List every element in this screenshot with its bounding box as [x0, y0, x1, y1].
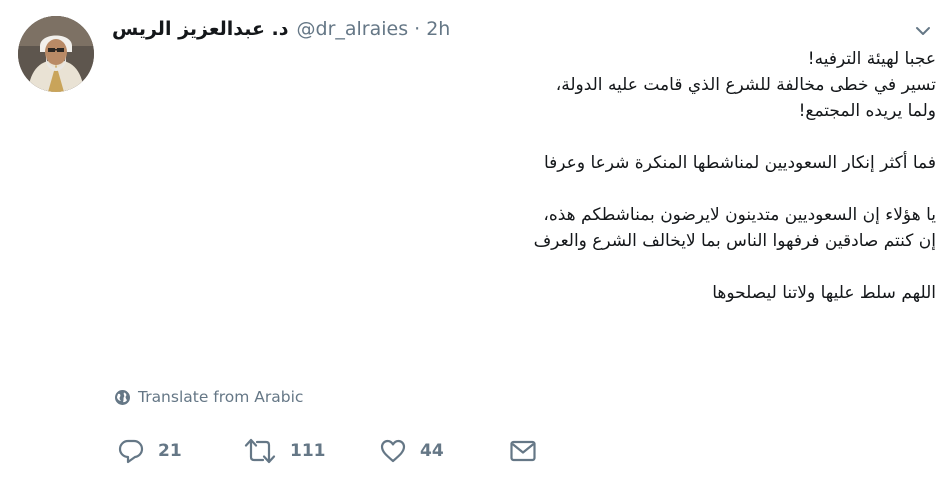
- tweet-line: اللهم سلط عليها ولاتنا ليصلحوها: [712, 283, 936, 303]
- tweet-line: يا هؤلاء إن السعوديين متدينون لايرضون بم…: [543, 205, 936, 225]
- tweet-header: د. عبدالعزيز الريس @dr_alraies · 2h: [112, 17, 450, 41]
- handle[interactable]: @dr_alraies: [297, 17, 409, 41]
- tweet-line: ولما يريده المجتمع!: [798, 101, 936, 121]
- tweet-line: إن كنتم صادقين فرفهوا الناس بما لايخالف …: [533, 231, 936, 251]
- like-count: 44: [420, 441, 444, 461]
- reply-count: 21: [158, 441, 182, 461]
- avatar[interactable]: [18, 16, 94, 92]
- tweet-line: فما أكثر إنكار السعوديين لمناشطها المنكر…: [544, 153, 936, 173]
- retweet-icon: [244, 438, 276, 464]
- tweet-line: عجبا لهيئة الترفيه!: [807, 49, 936, 69]
- heart-icon: [380, 439, 406, 463]
- separator-dot: ·: [414, 18, 421, 40]
- translate-link[interactable]: Translate from Arabic: [114, 388, 303, 406]
- globe-icon: [115, 389, 130, 405]
- more-menu-button[interactable]: [912, 20, 934, 42]
- direct-message-button[interactable]: [510, 434, 536, 468]
- tweet-line: تسير في خطى مخالفة للشرع الذي قامت عليه …: [555, 75, 936, 95]
- translate-label: Translate from Arabic: [138, 388, 304, 406]
- retweet-button[interactable]: 111: [244, 434, 326, 468]
- reply-button[interactable]: 21: [118, 434, 182, 468]
- envelope-icon: [510, 440, 536, 462]
- retweet-count: 111: [290, 441, 326, 461]
- like-button[interactable]: 44: [380, 434, 444, 468]
- timestamp[interactable]: 2h: [426, 17, 450, 41]
- avatar-image: [18, 16, 94, 92]
- tweet-text: عجبا لهيئة الترفيه! تسير في خطى مخالفة ل…: [533, 46, 936, 306]
- display-name[interactable]: د. عبدالعزيز الريس: [112, 17, 289, 41]
- reply-icon: [118, 439, 144, 464]
- chevron-down-icon: [916, 27, 930, 35]
- tweet-card[interactable]: د. عبدالعزيز الريس @dr_alraies · 2h عجبا…: [0, 0, 952, 478]
